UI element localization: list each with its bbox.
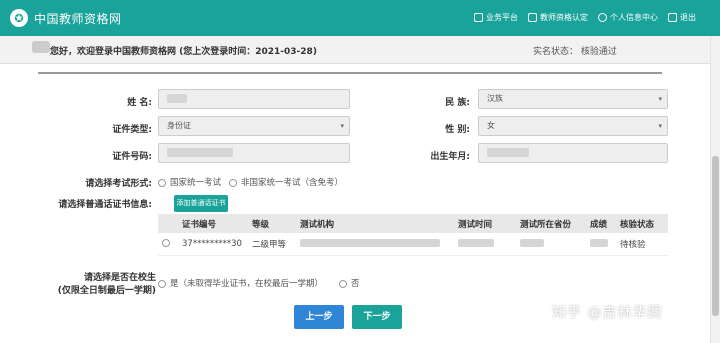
redacted-value xyxy=(167,94,187,103)
birth-date-label: 出生年月: xyxy=(430,152,470,162)
gender-select[interactable]: 女 ▾ xyxy=(478,116,668,136)
verification-status: 实名状态： 核验通过 xyxy=(533,47,617,57)
score-cell xyxy=(586,233,616,256)
redacted-value xyxy=(300,239,440,248)
gender-value: 女 xyxy=(487,121,495,130)
test-agency-cell xyxy=(296,233,454,256)
redacted-value xyxy=(487,148,529,157)
column-header: 测试时间 xyxy=(454,214,516,233)
in-school-option-no[interactable]: 否 xyxy=(339,277,360,289)
radio-icon xyxy=(339,279,347,288)
monitor-icon xyxy=(528,13,537,22)
next-step-button[interactable]: 下一步 xyxy=(352,305,402,329)
person-icon xyxy=(598,13,607,22)
top-bar: ✪ 中国教师资格网 业务平台 教师资格认定 个人信息中心 退出 xyxy=(0,0,720,36)
cert-number-cell: 37*********30 xyxy=(178,233,248,256)
ethnicity-value: 汉族 xyxy=(487,94,503,103)
test-province-cell xyxy=(516,233,586,256)
name-label: 姓 名: xyxy=(127,98,152,108)
chevron-down-icon: ▾ xyxy=(658,95,662,103)
cert-info-label: 请选择普通话证书信息: xyxy=(58,200,152,210)
nav-business-platform[interactable]: 业务平台 xyxy=(474,12,518,23)
gender-label: 性 别: xyxy=(445,125,470,135)
in-school-sublabel: (仅限全日制最后一学期) xyxy=(57,286,156,296)
avatar xyxy=(32,41,50,53)
table-row[interactable]: 37*********30 二级甲等 待核验 xyxy=(158,233,668,256)
column-header: 核验状态 xyxy=(616,214,668,233)
redacted-value xyxy=(167,148,233,157)
column-header: 测试机构 xyxy=(296,214,454,233)
nav-teacher-certification[interactable]: 教师资格认定 xyxy=(528,12,588,23)
radio-icon xyxy=(158,279,166,288)
nav-label: 教师资格认定 xyxy=(540,13,588,22)
verify-status-cell: 待核验 xyxy=(616,233,668,256)
radio-icon[interactable] xyxy=(162,239,170,248)
nav-personal-center[interactable]: 个人信息中心 xyxy=(598,12,658,23)
exam-type-label: 请选择考试形式: xyxy=(85,179,152,189)
nav-label: 个人信息中心 xyxy=(610,13,658,22)
in-school-label: 请选择是否在校生 xyxy=(83,273,156,283)
redacted-value xyxy=(590,239,608,248)
cert-level-cell: 二级甲等 xyxy=(248,233,296,256)
id-number-label: 证件号码: xyxy=(112,152,152,162)
nav-label: 业务平台 xyxy=(486,13,518,22)
radio-icon xyxy=(229,178,237,187)
ethnicity-label: 民 族: xyxy=(445,98,470,108)
column-header: 成绩 xyxy=(586,214,616,233)
chevron-down-icon: ▾ xyxy=(658,122,662,130)
exam-option-non-national[interactable]: 非国家统一考试（含免考） xyxy=(229,176,343,188)
logout-icon xyxy=(668,13,677,22)
watermark: 知乎 @吉林华图 xyxy=(552,305,663,321)
add-certificate-button[interactable]: 添加普通话证书 xyxy=(174,195,228,212)
id-type-label: 证件类型: xyxy=(112,125,152,135)
site-logo[interactable]: ✪ 中国教师资格网 xyxy=(10,9,122,27)
birth-date-field[interactable] xyxy=(478,143,668,163)
platform-icon xyxy=(474,13,483,22)
row-select[interactable] xyxy=(158,233,178,256)
redacted-value xyxy=(520,239,544,248)
chevron-down-icon: ▾ xyxy=(340,122,344,130)
select-column-header xyxy=(158,214,178,233)
name-field[interactable] xyxy=(158,89,350,109)
test-time-cell xyxy=(454,233,516,256)
nav-logout[interactable]: 退出 xyxy=(668,12,696,23)
scrollbar[interactable] xyxy=(710,36,720,343)
certificate-table: 证书编号 等级 测试机构 测试时间 测试所在省份 成绩 核验状态 37*****… xyxy=(158,214,668,256)
nav-label: 退出 xyxy=(680,13,696,22)
top-nav: 业务平台 教师资格认定 个人信息中心 退出 xyxy=(474,12,696,23)
table-header-row: 证书编号 等级 测试机构 测试时间 测试所在省份 成绩 核验状态 xyxy=(158,214,668,233)
seal-icon: ✪ xyxy=(10,9,28,27)
column-header: 证书编号 xyxy=(178,214,248,233)
id-number-field[interactable] xyxy=(158,143,350,163)
redacted-value xyxy=(458,239,494,248)
previous-step-button[interactable]: 上一步 xyxy=(294,305,344,329)
id-type-select[interactable]: 身份证 ▾ xyxy=(158,116,350,136)
greeting-bar: 您好，欢迎登录中国教师资格网 (您上次登录时间：2021-03-28) 实名状态… xyxy=(0,36,710,64)
id-type-value: 身份证 xyxy=(167,121,191,130)
divider xyxy=(38,72,662,74)
radio-icon xyxy=(158,178,166,187)
site-title: 中国教师资格网 xyxy=(34,11,122,26)
column-header: 等级 xyxy=(248,214,296,233)
in-school-option-yes[interactable]: 是（未取得毕业证书，在校最后一学期） xyxy=(158,277,323,289)
scrollbar-thumb[interactable] xyxy=(712,156,719,316)
exam-option-national[interactable]: 国家统一考试 xyxy=(158,176,221,188)
column-header: 测试所在省份 xyxy=(516,214,586,233)
ethnicity-select[interactable]: 汉族 ▾ xyxy=(478,89,668,109)
welcome-text: 您好，欢迎登录中国教师资格网 (您上次登录时间：2021-03-28) xyxy=(50,47,317,57)
